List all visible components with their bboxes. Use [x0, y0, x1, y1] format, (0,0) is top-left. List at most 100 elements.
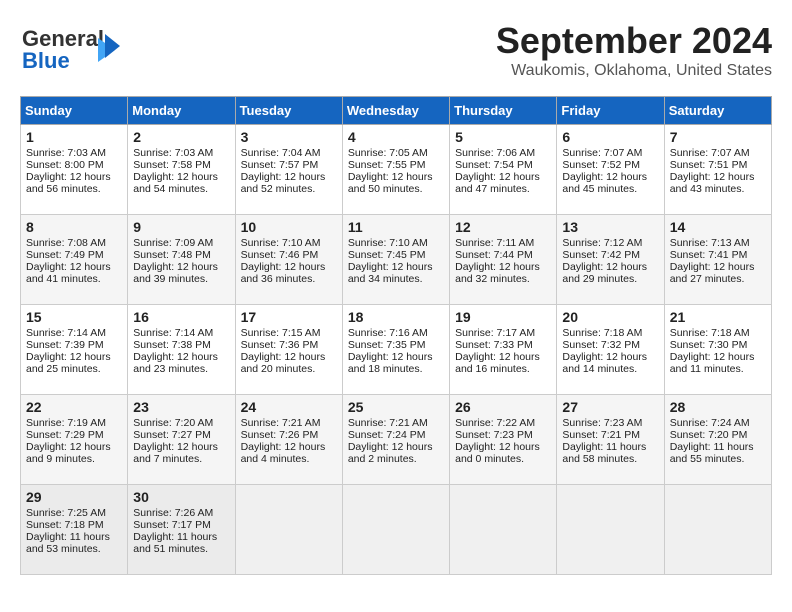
sunrise-label: Sunrise: 7:17 AM: [455, 327, 535, 339]
day-number: 23: [133, 399, 229, 415]
day-number: 14: [670, 219, 766, 235]
sunrise-label: Sunrise: 7:07 AM: [670, 147, 750, 159]
table-row: 19 Sunrise: 7:17 AM Sunset: 7:33 PM Dayl…: [450, 305, 557, 395]
sunset-label: Sunset: 7:17 PM: [133, 519, 211, 531]
table-row: 11 Sunrise: 7:10 AM Sunset: 7:45 PM Dayl…: [342, 215, 449, 305]
daylight-label: Daylight: 12 hours and 27 minutes.: [670, 261, 755, 285]
sunrise-label: Sunrise: 7:04 AM: [241, 147, 321, 159]
daylight-label: Daylight: 12 hours and 36 minutes.: [241, 261, 326, 285]
daylight-label: Daylight: 12 hours and 9 minutes.: [26, 441, 111, 465]
daylight-label: Daylight: 12 hours and 11 minutes.: [670, 351, 755, 375]
table-row: 22 Sunrise: 7:19 AM Sunset: 7:29 PM Dayl…: [21, 395, 128, 485]
table-row: 15 Sunrise: 7:14 AM Sunset: 7:39 PM Dayl…: [21, 305, 128, 395]
calendar-week-row: 1 Sunrise: 7:03 AM Sunset: 8:00 PM Dayli…: [21, 125, 772, 215]
sunset-label: Sunset: 7:55 PM: [348, 159, 426, 171]
title-section: September 2024 Waukomis, Oklahoma, Unite…: [496, 20, 772, 80]
day-number: 8: [26, 219, 122, 235]
table-row: 16 Sunrise: 7:14 AM Sunset: 7:38 PM Dayl…: [128, 305, 235, 395]
sunrise-label: Sunrise: 7:12 AM: [562, 237, 642, 249]
calendar-week-row: 15 Sunrise: 7:14 AM Sunset: 7:39 PM Dayl…: [21, 305, 772, 395]
table-row: 20 Sunrise: 7:18 AM Sunset: 7:32 PM Dayl…: [557, 305, 664, 395]
day-number: 18: [348, 309, 444, 325]
sunset-label: Sunset: 7:35 PM: [348, 339, 426, 351]
daylight-label: Daylight: 12 hours and 34 minutes.: [348, 261, 433, 285]
table-row: 13 Sunrise: 7:12 AM Sunset: 7:42 PM Dayl…: [557, 215, 664, 305]
sunrise-label: Sunrise: 7:18 AM: [562, 327, 642, 339]
daylight-label: Daylight: 12 hours and 0 minutes.: [455, 441, 540, 465]
daylight-label: Daylight: 12 hours and 16 minutes.: [455, 351, 540, 375]
day-number: 9: [133, 219, 229, 235]
daylight-label: Daylight: 12 hours and 23 minutes.: [133, 351, 218, 375]
sunrise-label: Sunrise: 7:22 AM: [455, 417, 535, 429]
table-row: [342, 485, 449, 575]
sunrise-label: Sunrise: 7:20 AM: [133, 417, 213, 429]
col-friday: Friday: [557, 97, 664, 125]
table-row: [450, 485, 557, 575]
sunset-label: Sunset: 8:00 PM: [26, 159, 104, 171]
day-number: 30: [133, 489, 229, 505]
day-number: 25: [348, 399, 444, 415]
day-number: 24: [241, 399, 337, 415]
sunset-label: Sunset: 7:42 PM: [562, 249, 640, 261]
daylight-label: Daylight: 12 hours and 56 minutes.: [26, 171, 111, 195]
table-row: 28 Sunrise: 7:24 AM Sunset: 7:20 PM Dayl…: [664, 395, 771, 485]
location: Waukomis, Oklahoma, United States: [496, 62, 772, 80]
sunrise-label: Sunrise: 7:14 AM: [133, 327, 213, 339]
sunset-label: Sunset: 7:58 PM: [133, 159, 211, 171]
table-row: 6 Sunrise: 7:07 AM Sunset: 7:52 PM Dayli…: [557, 125, 664, 215]
day-number: 4: [348, 129, 444, 145]
sunrise-label: Sunrise: 7:21 AM: [348, 417, 428, 429]
daylight-label: Daylight: 12 hours and 32 minutes.: [455, 261, 540, 285]
calendar-week-row: 29 Sunrise: 7:25 AM Sunset: 7:18 PM Dayl…: [21, 485, 772, 575]
table-row: 27 Sunrise: 7:23 AM Sunset: 7:21 PM Dayl…: [557, 395, 664, 485]
table-row: 7 Sunrise: 7:07 AM Sunset: 7:51 PM Dayli…: [664, 125, 771, 215]
col-wednesday: Wednesday: [342, 97, 449, 125]
table-row: 3 Sunrise: 7:04 AM Sunset: 7:57 PM Dayli…: [235, 125, 342, 215]
table-row: 29 Sunrise: 7:25 AM Sunset: 7:18 PM Dayl…: [21, 485, 128, 575]
daylight-label: Daylight: 11 hours and 55 minutes.: [670, 441, 754, 465]
sunrise-label: Sunrise: 7:11 AM: [455, 237, 534, 249]
daylight-label: Daylight: 12 hours and 4 minutes.: [241, 441, 326, 465]
calendar-week-row: 8 Sunrise: 7:08 AM Sunset: 7:49 PM Dayli…: [21, 215, 772, 305]
sunset-label: Sunset: 7:49 PM: [26, 249, 104, 261]
sunset-label: Sunset: 7:33 PM: [455, 339, 533, 351]
calendar-table: Sunday Monday Tuesday Wednesday Thursday…: [20, 96, 772, 575]
daylight-label: Daylight: 12 hours and 54 minutes.: [133, 171, 218, 195]
day-number: 19: [455, 309, 551, 325]
col-sunday: Sunday: [21, 97, 128, 125]
sunset-label: Sunset: 7:54 PM: [455, 159, 533, 171]
table-row: 12 Sunrise: 7:11 AM Sunset: 7:44 PM Dayl…: [450, 215, 557, 305]
day-number: 21: [670, 309, 766, 325]
sunrise-label: Sunrise: 7:05 AM: [348, 147, 428, 159]
day-number: 28: [670, 399, 766, 415]
sunrise-label: Sunrise: 7:09 AM: [133, 237, 213, 249]
sunset-label: Sunset: 7:41 PM: [670, 249, 748, 261]
daylight-label: Daylight: 12 hours and 45 minutes.: [562, 171, 647, 195]
day-number: 16: [133, 309, 229, 325]
sunset-label: Sunset: 7:48 PM: [133, 249, 211, 261]
sunset-label: Sunset: 7:38 PM: [133, 339, 211, 351]
sunrise-label: Sunrise: 7:15 AM: [241, 327, 321, 339]
table-row: 24 Sunrise: 7:21 AM Sunset: 7:26 PM Dayl…: [235, 395, 342, 485]
sunrise-label: Sunrise: 7:21 AM: [241, 417, 321, 429]
day-number: 10: [241, 219, 337, 235]
sunset-label: Sunset: 7:45 PM: [348, 249, 426, 261]
sunrise-label: Sunrise: 7:18 AM: [670, 327, 750, 339]
svg-text:Blue: Blue: [22, 48, 70, 73]
table-row: 1 Sunrise: 7:03 AM Sunset: 8:00 PM Dayli…: [21, 125, 128, 215]
sunset-label: Sunset: 7:26 PM: [241, 429, 319, 441]
sunset-label: Sunset: 7:57 PM: [241, 159, 319, 171]
sunset-label: Sunset: 7:23 PM: [455, 429, 533, 441]
table-row: 21 Sunrise: 7:18 AM Sunset: 7:30 PM Dayl…: [664, 305, 771, 395]
table-row: 26 Sunrise: 7:22 AM Sunset: 7:23 PM Dayl…: [450, 395, 557, 485]
daylight-label: Daylight: 12 hours and 39 minutes.: [133, 261, 218, 285]
day-number: 20: [562, 309, 658, 325]
sunset-label: Sunset: 7:51 PM: [670, 159, 748, 171]
day-number: 1: [26, 129, 122, 145]
daylight-label: Daylight: 12 hours and 50 minutes.: [348, 171, 433, 195]
page-header: General Blue September 2024 Waukomis, Ok…: [20, 20, 772, 80]
sunset-label: Sunset: 7:30 PM: [670, 339, 748, 351]
table-row: 17 Sunrise: 7:15 AM Sunset: 7:36 PM Dayl…: [235, 305, 342, 395]
daylight-label: Daylight: 12 hours and 47 minutes.: [455, 171, 540, 195]
col-tuesday: Tuesday: [235, 97, 342, 125]
